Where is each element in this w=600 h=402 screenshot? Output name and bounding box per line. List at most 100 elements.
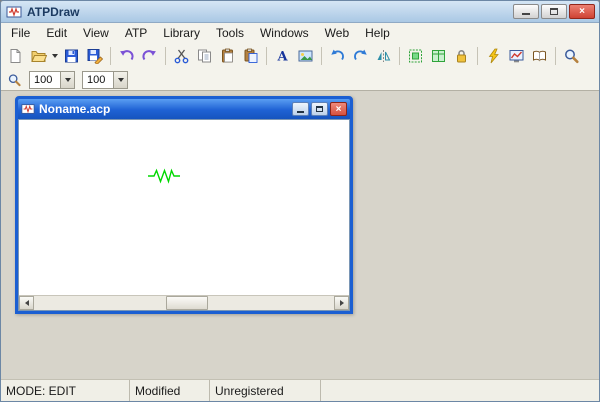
maximize-button[interactable] — [541, 4, 567, 19]
run-atp-icon — [485, 48, 502, 64]
menubar: File Edit View ATP Library Tools Windows… — [1, 23, 599, 43]
status-filler — [321, 380, 599, 401]
document-icon — [21, 102, 35, 116]
scrollbar-track[interactable] — [34, 296, 334, 310]
circuit-canvas[interactable] — [19, 120, 349, 295]
group-window-button[interactable] — [427, 45, 450, 67]
undo-icon — [118, 48, 135, 64]
document-body — [18, 119, 350, 311]
zoom-value: 100 — [30, 72, 60, 88]
toolbar-separator — [477, 47, 478, 65]
redo-icon — [141, 48, 158, 64]
menu-edit[interactable]: Edit — [38, 24, 75, 42]
open-file-dropdown[interactable] — [50, 45, 60, 67]
resistor-component[interactable] — [147, 168, 181, 189]
grid-select[interactable]: 100 — [82, 71, 128, 89]
compress-icon — [407, 48, 424, 64]
menu-tools[interactable]: Tools — [208, 24, 252, 42]
zoom-select[interactable]: 100 — [29, 71, 75, 89]
save-as-icon — [86, 48, 103, 64]
toolbar-separator — [399, 47, 400, 65]
new-file-button[interactable] — [4, 45, 27, 67]
magnifier-icon — [7, 73, 22, 87]
plot-button[interactable] — [505, 45, 528, 67]
scroll-left-button[interactable] — [19, 296, 34, 310]
help-book-icon — [531, 48, 548, 64]
document-maximize-button[interactable] — [311, 102, 328, 116]
lock-button[interactable] — [450, 45, 473, 67]
close-icon: × — [579, 7, 585, 17]
help-book-button[interactable] — [528, 45, 551, 67]
rotate-right-button[interactable] — [349, 45, 372, 67]
paste-icon — [219, 48, 236, 64]
menu-windows[interactable]: Windows — [252, 24, 317, 42]
status-mode: MODE: EDIT — [1, 380, 130, 401]
horizontal-scrollbar[interactable] — [19, 295, 349, 310]
save-as-button[interactable] — [83, 45, 106, 67]
status-registration-text: Unregistered — [215, 384, 284, 398]
save-icon — [63, 48, 80, 64]
toolbar-separator — [555, 47, 556, 65]
minimize-button[interactable] — [513, 4, 539, 19]
menu-file[interactable]: File — [3, 24, 38, 42]
toolbar-separator — [321, 47, 322, 65]
zoom-dropdown-button[interactable] — [60, 72, 74, 88]
zoom-tool-icon — [563, 48, 580, 64]
maximize-icon — [316, 106, 323, 112]
chevron-down-icon — [52, 54, 58, 58]
cut-icon — [173, 48, 190, 64]
cut-button[interactable] — [170, 45, 193, 67]
rotate-left-button[interactable] — [326, 45, 349, 67]
status-modified-text: Modified — [135, 384, 180, 398]
menu-atp[interactable]: ATP — [117, 24, 155, 42]
paste-button[interactable] — [216, 45, 239, 67]
duplicate-button[interactable] — [239, 45, 262, 67]
document-minimize-button[interactable] — [292, 102, 309, 116]
menu-library[interactable]: Library — [155, 24, 208, 42]
run-atp-button[interactable] — [482, 45, 505, 67]
svg-text:A: A — [276, 50, 288, 65]
duplicate-icon — [242, 48, 259, 64]
maximize-icon — [550, 8, 558, 15]
flip-button[interactable] — [372, 45, 395, 67]
grid-dropdown-button[interactable] — [113, 72, 127, 88]
redo-button[interactable] — [138, 45, 161, 67]
close-button[interactable]: × — [569, 4, 595, 19]
compress-button[interactable] — [404, 45, 427, 67]
undo-button[interactable] — [115, 45, 138, 67]
document-titlebar[interactable]: Noname.acp × — [18, 99, 350, 119]
status-modified: Modified — [130, 380, 210, 401]
new-file-icon — [7, 48, 24, 64]
image-tool-button[interactable] — [294, 45, 317, 67]
arrow-right-icon — [340, 300, 344, 306]
scrollbar-thumb[interactable] — [166, 296, 208, 310]
toolbar-separator — [165, 47, 166, 65]
document-close-button[interactable]: × — [330, 102, 347, 116]
document-window-controls: × — [292, 102, 347, 116]
menu-web[interactable]: Web — [317, 24, 357, 42]
toolbar-separator — [266, 47, 267, 65]
close-icon: × — [336, 104, 342, 115]
arrow-left-icon — [25, 300, 29, 306]
chevron-down-icon — [118, 78, 124, 82]
text-tool-button[interactable]: A — [271, 45, 294, 67]
text-tool-icon: A — [274, 48, 291, 64]
minimize-icon — [297, 110, 304, 113]
zoom-tool-button[interactable] — [560, 45, 583, 67]
grid-value: 100 — [83, 72, 113, 88]
save-button[interactable] — [60, 45, 83, 67]
menu-help[interactable]: Help — [357, 24, 398, 42]
lock-icon — [453, 48, 470, 64]
rotate-right-icon — [352, 48, 369, 64]
menu-view[interactable]: View — [75, 24, 117, 42]
mdi-workspace: Noname.acp × — [1, 92, 599, 379]
copy-button[interactable] — [193, 45, 216, 67]
image-tool-icon — [297, 48, 314, 64]
atpdraw-window: ATPDraw × File Edit View ATP Library Too… — [0, 0, 600, 402]
status-mode-text: MODE: EDIT — [6, 384, 76, 398]
flip-icon — [375, 48, 392, 64]
toolbar-separator — [110, 47, 111, 65]
open-file-button[interactable] — [27, 45, 50, 67]
scroll-right-button[interactable] — [334, 296, 349, 310]
titlebar[interactable]: ATPDraw × — [1, 1, 599, 23]
